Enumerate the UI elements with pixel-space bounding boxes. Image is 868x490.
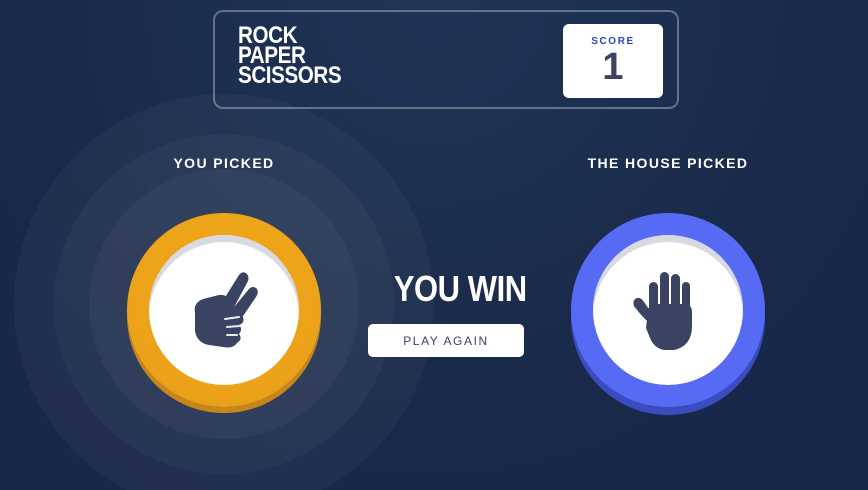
score-value: 1 (602, 46, 624, 88)
player-token-face (149, 235, 299, 385)
house-pick-label: THE HOUSE PICKED (587, 155, 749, 171)
game-header: ROCK PAPER SCISSORS SCORE 1 (213, 10, 679, 109)
house-token-paper (571, 213, 765, 407)
paper-hand-icon (633, 272, 692, 350)
logo-line-scissors: SCISSORS (238, 62, 342, 89)
result-text: YOU WIN (360, 268, 560, 310)
game-logo: ROCK PAPER SCISSORS (238, 24, 358, 89)
scissors-hand-icon (194, 272, 258, 348)
result-text-label: YOU WIN (393, 268, 527, 309)
player-pick-label: YOU PICKED (173, 155, 275, 171)
house-token-face (593, 235, 743, 385)
score-box: SCORE 1 (563, 24, 663, 98)
play-again-button[interactable]: PLAY AGAIN (368, 324, 524, 357)
player-token-scissors (127, 213, 321, 407)
